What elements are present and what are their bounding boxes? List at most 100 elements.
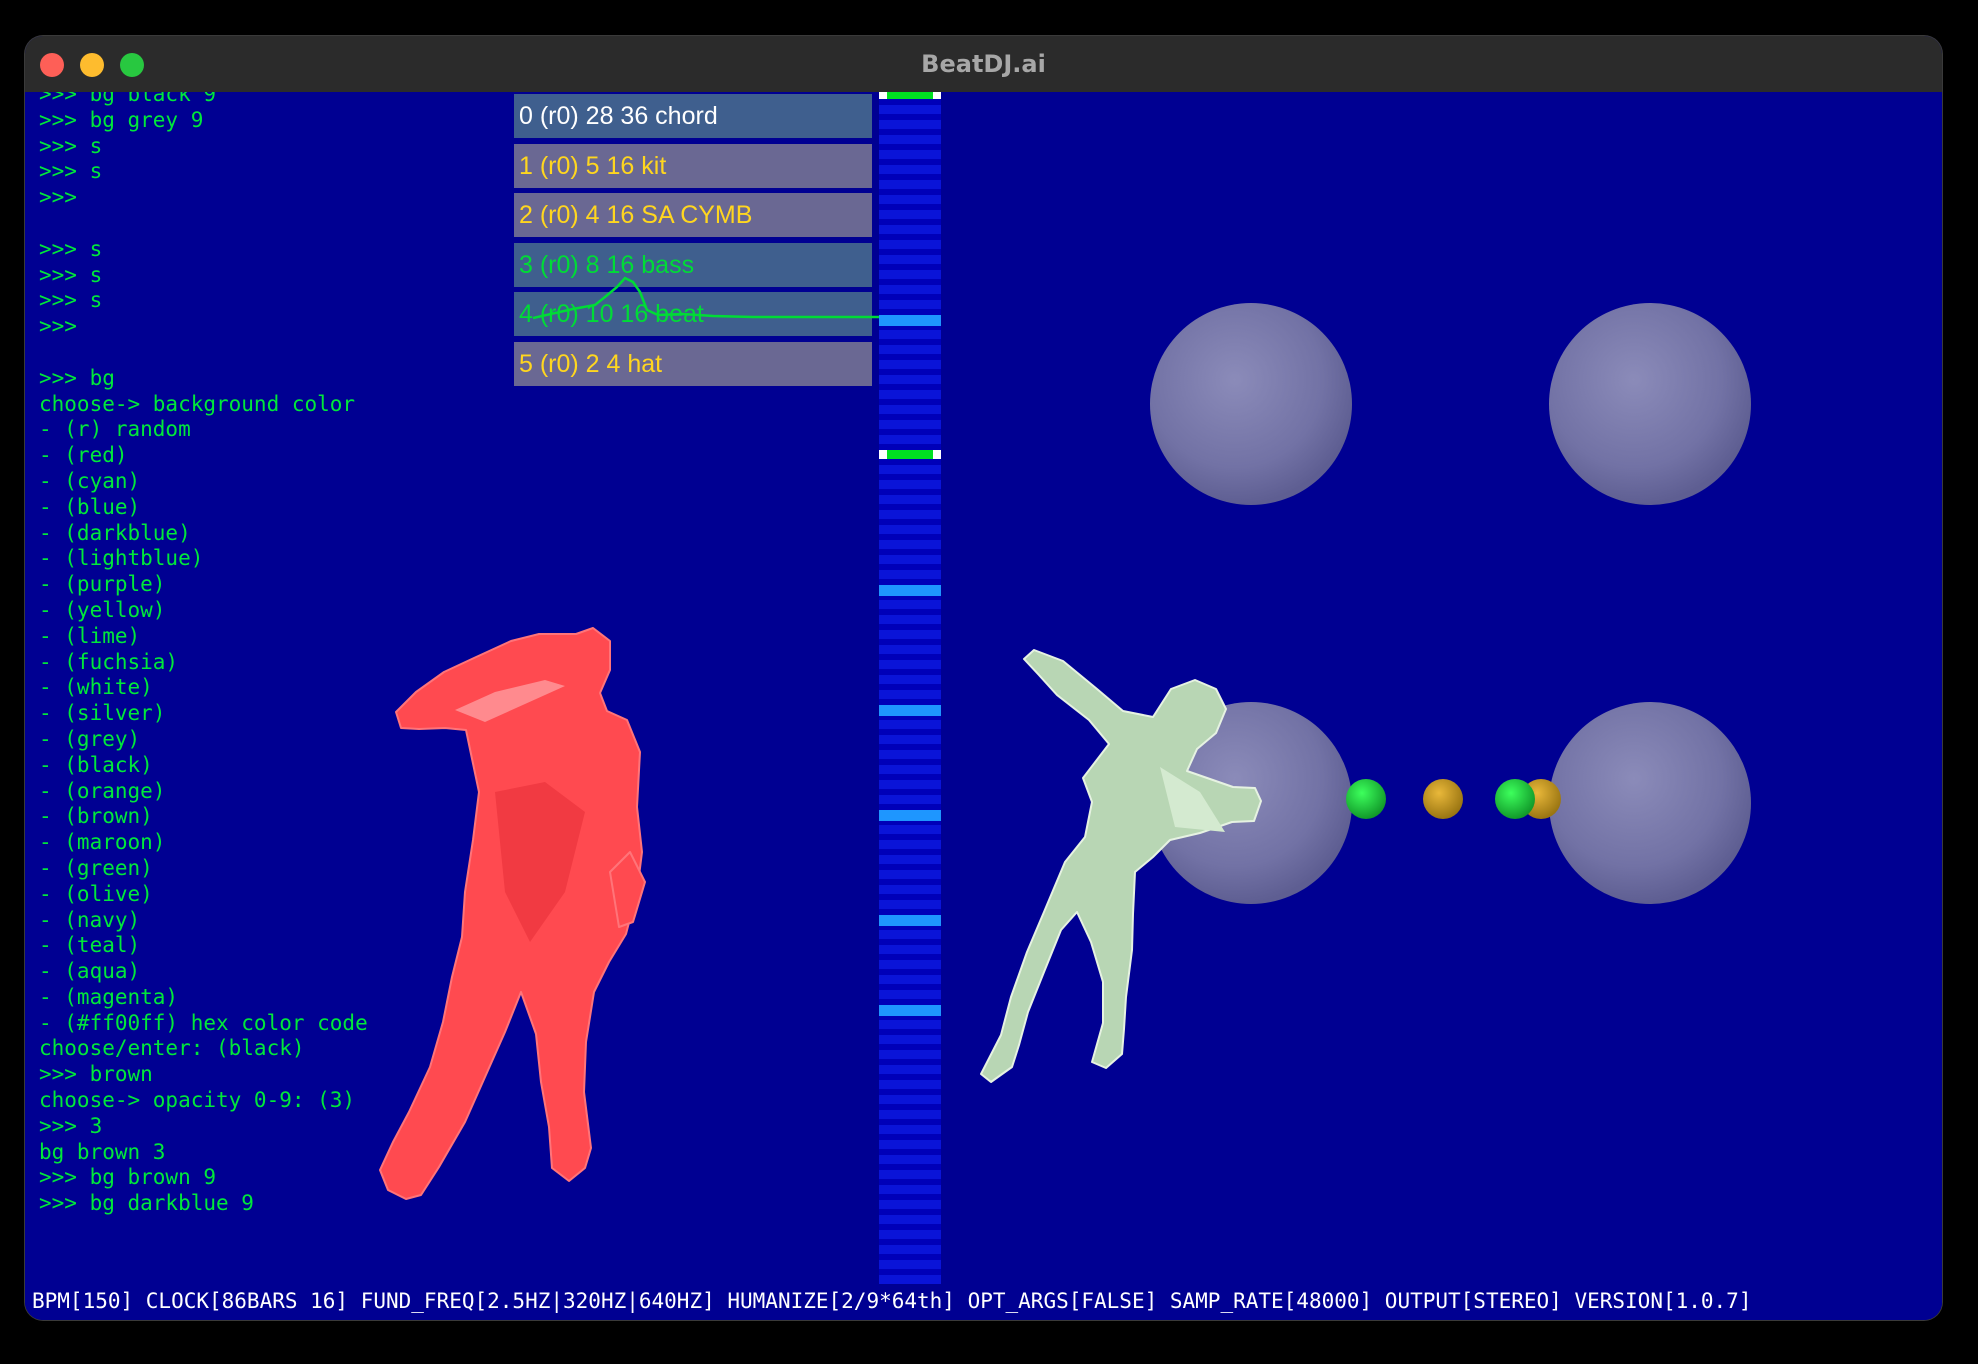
track-row[interactable]: 1 (r0) 5 16 kit [514,143,872,188]
meter-segment [879,1215,941,1224]
meter-segment [879,420,941,429]
meter-segment [879,690,941,699]
meter-segment [879,795,941,804]
console-line: >>> s [39,159,103,184]
meter-segment [879,720,941,729]
beat-ball [1423,779,1463,819]
meter-segment [879,1065,941,1074]
meter-segment [879,645,941,654]
meter-segment [879,1035,941,1044]
console-line: - (silver) [39,701,166,726]
console-line: >>> bg darkblue 9 [39,1191,254,1216]
meter-segment [879,135,941,144]
console-line: choose-> background color [39,391,356,416]
meter-segment [879,450,941,459]
status-bar: BPM[150] CLOCK[86BARS 16] FUND_FREQ[2.5H… [25,1284,1942,1320]
meter-segment [879,915,941,926]
meter-segment [879,1170,941,1179]
console-line: - (grey) [39,726,141,751]
meter-segment [879,525,941,534]
console-line: - (r) random [39,417,191,442]
meter-segment [879,780,941,789]
track-row[interactable]: 5 (r0) 2 4 hat [514,341,872,386]
sphere-bottom-right [1549,702,1751,904]
meter-segment [879,105,941,114]
meter-segment [879,705,941,716]
meter-segment [879,510,941,519]
console-line: - (teal) [39,933,141,958]
meter-segment [879,300,941,309]
meter-segment [879,1080,941,1089]
console-line: - (aqua) [39,959,141,984]
meter-segment [879,150,941,159]
meter-segment [879,360,941,369]
beat-ball [1521,779,1561,819]
console-line: bg brown 3 [39,1139,166,1164]
sphere-top-right [1549,303,1751,505]
meter-segment [879,585,941,596]
title-bar: BeatDJ.ai [25,36,1942,93]
meter-segment [879,480,941,489]
meter-segment [879,855,941,864]
beat-ball [1495,779,1535,819]
meter-segment [879,660,941,669]
meter-segment [879,1140,941,1149]
console-line: - (olive) [39,881,153,906]
console-line: - (black) [39,752,153,777]
meter-segment [879,375,941,384]
meter-segment [879,960,941,969]
console-line: >>> s [39,236,103,261]
meter-segment [879,435,941,444]
track-row[interactable]: 2 (r0) 4 16 SA CYMB [514,193,872,237]
meter-segment [879,750,941,759]
meter-segment [879,1005,941,1016]
meter-segment [879,1125,941,1134]
meter-segment [879,900,941,909]
meter-segment [879,1095,941,1104]
meter-segment [879,810,941,821]
meter-segment [879,885,941,894]
console-line: choose-> opacity 0-9: (3) [39,1088,356,1113]
meter-segment [879,1020,941,1029]
meter-segment [879,870,941,879]
meter-segment [879,255,941,264]
meter-segment [879,675,941,684]
sphere-top-left [1150,303,1352,505]
meter-segment [879,180,941,189]
meter-segment [879,1200,941,1209]
console-line: - (lightblue) [39,546,204,571]
beat-ball [1346,779,1386,819]
console-line: - (white) [39,675,153,700]
meter-segment [879,285,941,294]
meter-segment [879,240,941,249]
meter-segment [879,765,941,774]
meter-segment [879,600,941,609]
meter-segment [879,225,941,234]
sphere-bottom-left [1150,702,1352,904]
console-line: >>> s [39,133,103,158]
meter-segment [879,495,941,504]
meter-segment [879,405,941,414]
app-window: BeatDJ.ai >>> bg black 9 >>> bg grey 9 >… [25,36,1942,1320]
console-line: - (navy) [39,907,141,932]
console-line: - (purple) [39,572,166,597]
console-line: - (brown) [39,804,153,829]
console-line: - (green) [39,855,153,880]
meter-segment [879,1230,941,1239]
console-line: - (#ff00ff) hex color code [39,1010,368,1035]
window-title: BeatDJ.ai [921,50,1046,78]
console-line: >>> bg brown 9 [39,1165,217,1190]
console-line: choose/enter: (black) [39,1036,305,1061]
track-row[interactable]: 0 (r0) 28 36 chord [514,94,872,138]
meter-segment [879,1050,941,1059]
meter-segment [879,540,941,549]
console-line: >>> s [39,262,103,287]
main-canvas[interactable]: >>> bg black 9 >>> bg grey 9 >>> s >>> s >>>… [25,92,1942,1320]
meter-segment [879,615,941,624]
console-line: - (fuchsia) [39,649,179,674]
meter-segment [879,270,941,279]
console-line: - (red) [39,443,128,468]
meter-segment [879,1260,941,1269]
meter-segment [879,92,941,99]
